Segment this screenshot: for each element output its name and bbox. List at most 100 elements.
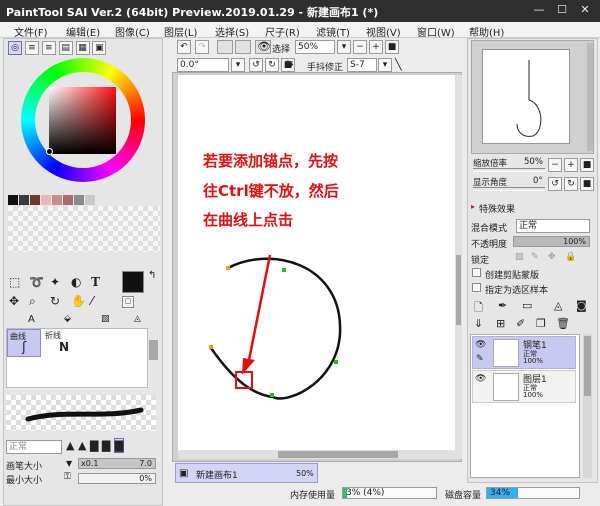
minimize-button[interactable]: — <box>530 2 548 18</box>
flip-icon[interactable]: ⇆ <box>286 59 294 69</box>
zoom-in-icon[interactable]: + <box>369 40 383 54</box>
transfer-down-icon[interactable]: ⇓ <box>474 317 483 330</box>
redo-icon[interactable]: ↷ <box>195 40 209 54</box>
color-wheel-icon[interactable]: ◎ <box>8 41 22 55</box>
clear-layer-icon[interactable]: ✐ <box>516 317 525 330</box>
lock-move-icon[interactable]: ✥ <box>548 252 556 262</box>
menu-edit[interactable]: 编辑(E) <box>66 24 100 39</box>
close-button[interactable]: ✕ <box>576 2 594 18</box>
swatch[interactable] <box>52 195 62 205</box>
menu-view[interactable]: 视图(V) <box>366 24 401 39</box>
swatch[interactable] <box>85 195 95 205</box>
swatch[interactable] <box>41 195 51 205</box>
layer-item-pen1[interactable]: 👁 ✎ 钢笔1 正常 100% <box>472 336 576 369</box>
lasso-icon[interactable]: ➰ <box>29 272 44 292</box>
color-picker-handle[interactable] <box>46 148 53 155</box>
hand-icon[interactable]: ✋ <box>71 291 86 311</box>
effects-label[interactable]: 特殊效果 <box>479 202 515 215</box>
primary-color[interactable] <box>122 271 144 293</box>
canvas-tab[interactable]: ▣ 新建画布1 50% <box>175 463 318 483</box>
zoom-out-icon[interactable]: − <box>353 40 367 54</box>
clip-mask-checkbox[interactable] <box>472 268 481 277</box>
rotate-icon[interactable]: ↻ <box>50 291 60 311</box>
lock-brush-icon[interactable]: ✎ <box>531 252 539 262</box>
min-size-slider[interactable]: 0% <box>78 473 156 484</box>
swatch-list-icon[interactable]: ▤ <box>58 41 73 55</box>
move-icon[interactable]: ✥ <box>9 291 19 311</box>
transparent-color[interactable]: ▢ <box>122 296 134 308</box>
maximize-button[interactable]: ☐ <box>553 2 571 18</box>
invert-selection-button[interactable] <box>235 40 251 54</box>
stabilizer-dropdown-icon[interactable]: ▾ <box>378 58 392 72</box>
rect-select-icon[interactable]: ⬚ <box>9 272 20 292</box>
curve-tool-button[interactable]: 曲线 ʃ <box>7 329 41 357</box>
layer-list-scrollbar[interactable] <box>583 334 592 478</box>
polyline-tool-button[interactable]: 折线 N <box>43 329 77 357</box>
pen-tool-tab[interactable]: A <box>28 314 35 325</box>
rotate-left-icon[interactable]: ↺ <box>249 58 263 72</box>
tip-selected-icon[interactable]: ▇ <box>113 438 125 453</box>
menu-image[interactable]: 图像(C) <box>115 24 150 39</box>
saturation-value-square[interactable] <box>49 87 116 154</box>
swatch[interactable] <box>8 195 18 205</box>
menu-filter[interactable]: 滤镜(T) <box>316 24 350 39</box>
nav-rotate-right-icon[interactable]: ↻ <box>564 177 578 191</box>
menu-layer[interactable]: 图层(L) <box>164 24 197 39</box>
stabilizer-field[interactable]: S-7 <box>347 58 377 72</box>
menu-select[interactable]: 选择(S) <box>215 24 249 39</box>
zoom-field[interactable]: 50% <box>295 40 335 54</box>
nav-rotate-reset-icon[interactable]: ■ <box>580 177 594 191</box>
nav-angle-slider[interactable] <box>473 187 545 191</box>
effects-expand-icon[interactable]: ▸ <box>471 202 475 211</box>
delete-layer-icon[interactable]: 🗑 <box>556 317 570 330</box>
menu-file[interactable]: 文件(F) <box>14 24 48 39</box>
shape-tool-icon[interactable]: ◬ <box>134 314 141 324</box>
new-folder-icon[interactable]: ▭ <box>522 299 532 312</box>
menu-window[interactable]: 窗口(W) <box>417 24 455 39</box>
pattern-tool-icon[interactable]: ▨ <box>101 314 110 324</box>
zoom-reset-icon[interactable]: ■ <box>385 40 399 54</box>
brush-size-slider[interactable]: x0.1 7.0 <box>78 458 156 469</box>
straight-line-icon[interactable]: ╲ <box>395 58 402 71</box>
swatch[interactable] <box>63 195 73 205</box>
tip-square-icon[interactable]: ▇ <box>102 439 110 452</box>
menu-ruler[interactable]: 尺子(R) <box>265 24 300 39</box>
bucket-select-icon[interactable]: ◐ <box>71 272 81 292</box>
blend-mode-select[interactable]: 正常 <box>516 219 590 233</box>
brush-size-dropdown-icon[interactable]: ▼ <box>66 459 72 468</box>
canvas-hscroll-thumb[interactable] <box>278 451 398 458</box>
eyedropper-icon[interactable]: ⁄ <box>91 291 93 311</box>
undo-icon[interactable]: ↶ <box>177 40 191 54</box>
swatch-empty-grid[interactable] <box>8 206 160 252</box>
layer-item-layer1[interactable]: 👁 图层1 正常 100% <box>472 370 576 403</box>
text-tool-icon[interactable]: T <box>91 272 100 292</box>
tip-flat-icon[interactable]: ▲ <box>78 439 86 452</box>
tool-list-scrollbar[interactable] <box>149 340 158 360</box>
rotation-field[interactable]: 0.0° <box>177 58 229 72</box>
tip-round-icon[interactable]: ▲ <box>66 439 74 452</box>
navigator-scrollbar[interactable] <box>587 43 593 151</box>
swap-colors-icon[interactable]: ↰ <box>148 270 156 281</box>
tip-rect-icon[interactable]: ▇ <box>90 439 98 452</box>
rotate-right-icon[interactable]: ↻ <box>265 58 279 72</box>
swatch-grid-icon[interactable]: ▦ <box>75 41 90 55</box>
layer-mask-icon[interactable]: ◬ <box>554 299 562 312</box>
nav-zoom-reset-icon[interactable]: ■ <box>580 158 594 172</box>
nav-zoom-in-icon[interactable]: + <box>564 158 578 172</box>
layer-visibility-icon[interactable]: 👁 <box>475 374 487 384</box>
lock-all-icon[interactable]: 🔒 <box>565 252 576 262</box>
new-layer-icon[interactable]: 🗋 <box>474 299 483 318</box>
nav-rotate-left-icon[interactable]: ↺ <box>548 177 562 191</box>
rgb-slider-icon[interactable]: ≡ <box>24 41 39 55</box>
selection-visibility-icon[interactable]: 👁 <box>257 40 271 53</box>
min-size-lock-icon[interactable]: ⚿ <box>64 472 71 482</box>
duplicate-layer-icon[interactable]: ❐ <box>536 317 546 330</box>
zoom-icon[interactable]: ⌕ <box>29 291 36 311</box>
layer-list-scroll-thumb[interactable] <box>584 336 591 396</box>
swatch[interactable] <box>19 195 29 205</box>
nav-zoom-slider[interactable] <box>473 168 545 172</box>
brush-blend-mode[interactable]: 正常 <box>6 440 62 454</box>
merge-down-icon[interactable]: ⊞ <box>496 317 505 330</box>
nav-zoom-out-icon[interactable]: − <box>548 158 562 172</box>
selection-source-checkbox[interactable] <box>472 283 481 292</box>
